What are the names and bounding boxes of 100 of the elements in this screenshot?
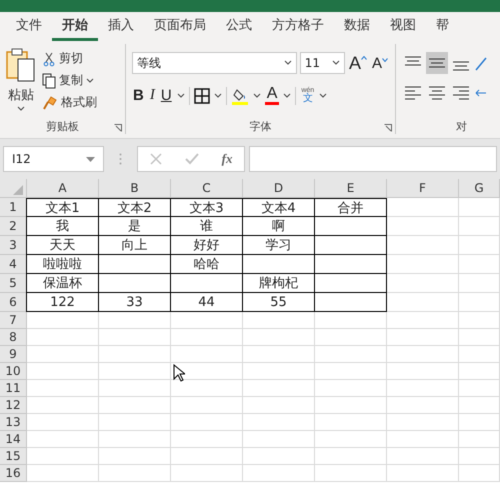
fill-color-icon[interactable] [230,86,249,104]
table-cell [459,236,500,255]
caret-icon[interactable] [319,92,328,98]
column-header[interactable]: F [387,179,459,197]
table-cell: 啦啦啦 [26,255,99,274]
name-box[interactable]: I12 [3,146,104,172]
table-cell [243,329,315,346]
font-name-field[interactable]: 等线 [132,52,297,74]
format-painter-button[interactable]: 格式刷 [42,92,97,113]
font-size-field[interactable]: 11 [300,52,345,74]
table-cell [387,380,459,397]
row-header[interactable]: 9 [0,346,27,363]
table-cell [243,397,315,414]
column-header[interactable]: B [99,179,171,197]
row-header[interactable]: 2 [0,217,27,236]
row-header[interactable]: 6 [0,293,27,312]
row-header[interactable]: 11 [0,380,27,397]
row-header[interactable]: 14 [0,431,27,448]
align-middle-icon[interactable] [426,52,448,74]
table-cell: 122 [26,293,99,312]
table-cell [315,465,387,482]
underline-button[interactable]: U [160,88,173,103]
table-cell [99,346,171,363]
table-cell [459,397,500,414]
table-cell [387,329,459,346]
column-header[interactable]: A [27,179,99,197]
ribbon-tab[interactable]: 方方格子 [262,12,334,40]
row-header[interactable]: 15 [0,448,27,465]
row-header[interactable]: 5 [0,274,27,293]
row-header[interactable]: 7 [0,312,27,329]
table-cell: 文本3 [170,198,243,217]
caret-icon[interactable] [176,92,185,98]
table-cell [99,431,171,448]
shrink-font-button[interactable]: A [370,56,389,70]
row-header[interactable]: 16 [0,465,27,482]
caret-icon[interactable] [214,92,222,98]
font-color-button[interactable]: A [264,86,280,105]
table-cell [459,363,500,380]
caret-icon[interactable] [283,92,292,98]
table-cell: 文本4 [242,198,315,217]
row-header[interactable]: 13 [0,414,27,431]
table-cell [459,380,500,397]
table-cell [387,346,459,363]
row-header[interactable]: 1 [0,198,27,217]
row-header[interactable]: 3 [0,236,27,255]
table-cell [387,448,459,465]
table-cell [459,448,500,465]
ribbon-tab[interactable]: 页面布局 [144,12,216,40]
grip-icon[interactable] [119,153,122,165]
table-cell [171,448,243,465]
row-header[interactable]: 10 [0,363,27,380]
caret-icon [332,60,340,66]
caret-icon [86,78,94,84]
borders-icon[interactable] [194,88,210,104]
table-cell [459,465,500,482]
table-cell: 是 [98,217,171,236]
bold-button[interactable]: B [132,88,145,103]
italic-button[interactable]: I [148,88,156,103]
table-cell [243,431,315,448]
table-cell [387,397,459,414]
row-header[interactable]: 8 [0,329,27,346]
table-cell [315,312,387,329]
table-cell [171,329,243,346]
table-cell [99,465,171,482]
table-cell [315,363,387,380]
insert-function-button[interactable]: fx [222,151,232,167]
column-header[interactable]: C [171,179,243,197]
table-cell [387,465,459,482]
table-cell [99,414,171,431]
row-header[interactable]: 12 [0,397,27,414]
group-label: 对 [456,119,467,134]
table-cell [315,414,387,431]
ribbon-tab[interactable]: 公式 [216,12,262,40]
paste-button[interactable]: 粘贴 [6,48,36,113]
row-header[interactable]: 4 [0,255,27,274]
ribbon-tab[interactable]: 帮 [426,12,459,40]
ribbon-tab[interactable]: 文件 [6,12,52,40]
column-header[interactable]: G [459,179,500,197]
clipboard-icon [6,48,36,84]
ribbon-tab[interactable]: 数据 [334,12,380,40]
table-cell [315,397,387,414]
column-header[interactable]: E [315,179,387,197]
dialog-launcher-icon[interactable] [384,124,392,132]
column-header[interactable]: D [243,179,315,197]
copy-button[interactable]: 复制 [42,70,97,91]
cut-button[interactable]: 剪切 [42,48,97,69]
ribbon-tab[interactable]: 插入 [98,12,144,40]
caret-icon[interactable] [252,92,261,98]
table-cell: 啊 [242,217,315,236]
table-cell [387,293,459,312]
copy-icon [42,72,56,88]
table-cell: 向上 [98,236,171,255]
dialog-launcher-icon[interactable] [114,124,122,132]
table-cell [459,329,500,346]
formula-input[interactable] [249,146,497,172]
group-label: 剪贴板 [46,119,79,134]
ribbon-tab[interactable]: 视图 [380,12,426,40]
grow-font-button[interactable]: A [348,54,368,72]
table-cell [171,431,243,448]
check-icon[interactable] [184,153,199,165]
